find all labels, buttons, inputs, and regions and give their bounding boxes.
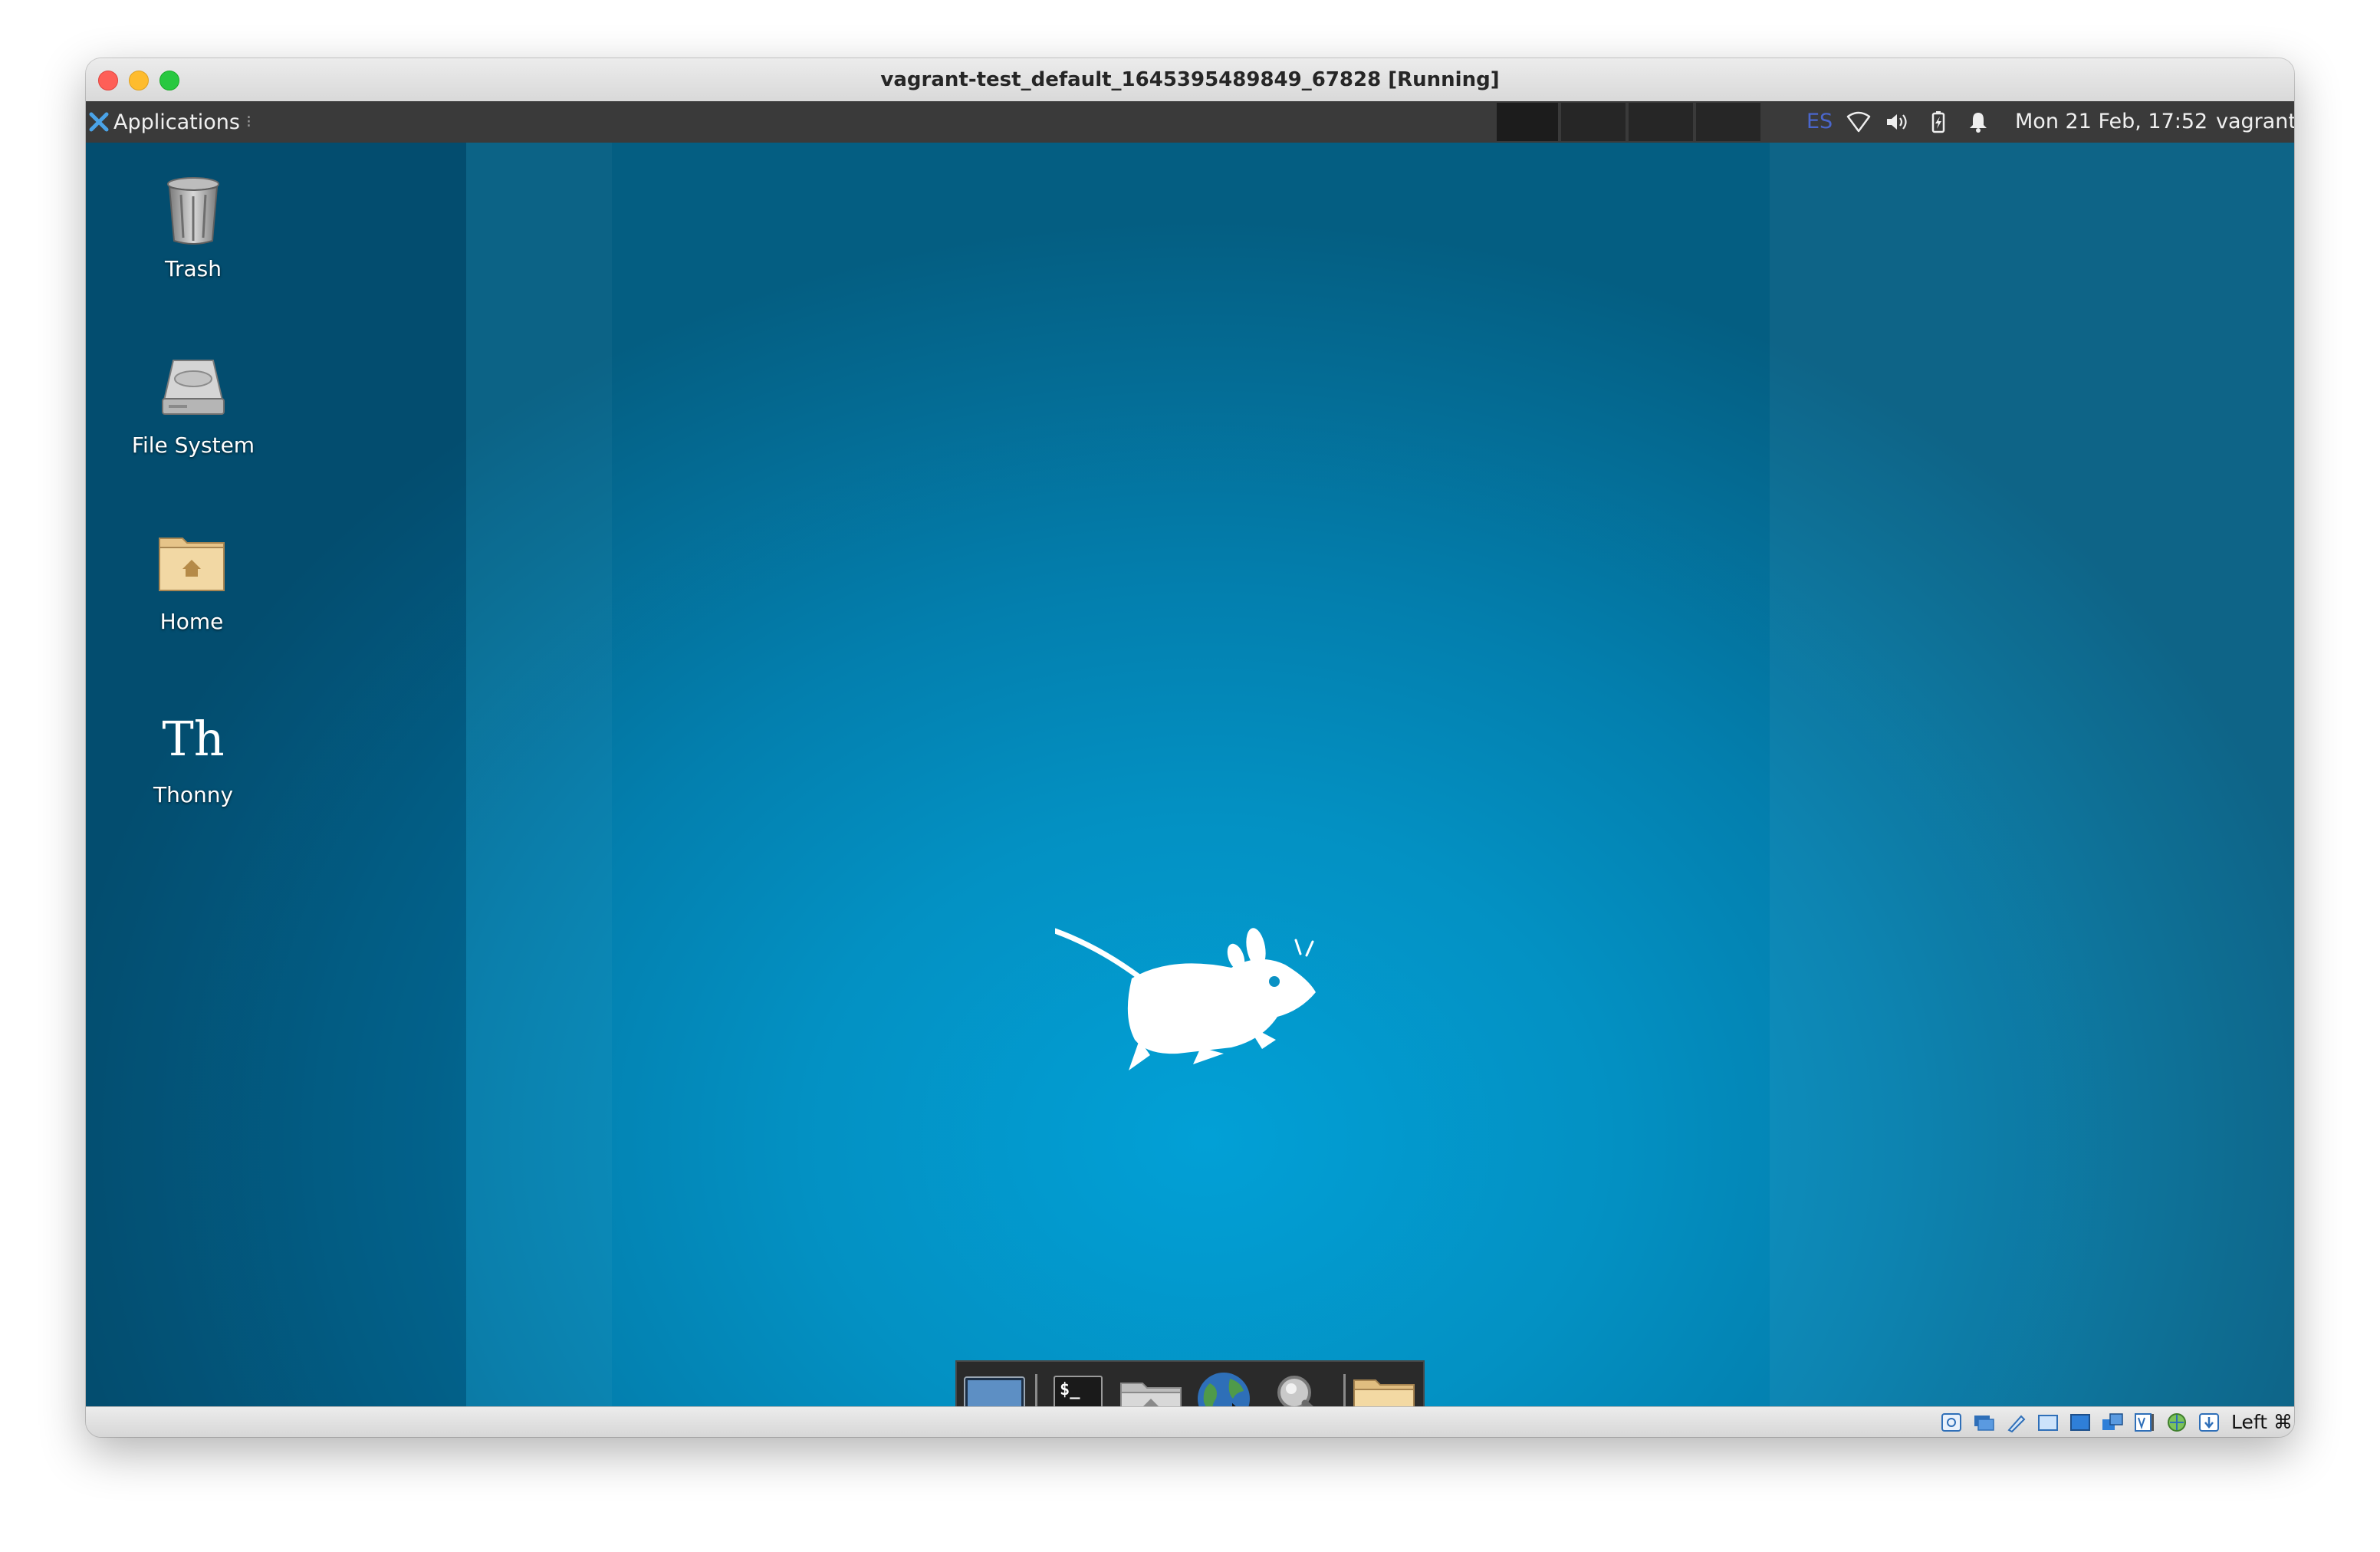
workspace-4[interactable]: [1696, 103, 1760, 141]
trash-icon: [167, 177, 219, 245]
applications-menu-label: Applications: [113, 110, 240, 134]
panel-user[interactable]: vagrant: [2216, 101, 2294, 143]
panel-handle[interactable]: ⁝: [246, 113, 251, 132]
virtualbox-window: vagrant-test_default_1645395489849_67828…: [86, 58, 2294, 1437]
thonny-icon: Th: [162, 711, 225, 767]
xfce-logo-icon: [89, 112, 109, 132]
app-finder-button[interactable]: [1268, 1368, 1334, 1406]
shared-folder-icon[interactable]: [2036, 1412, 2059, 1433]
desktop[interactable]: Trash File System Home Th Thonny $_: [86, 143, 2294, 1406]
globe-icon: [1198, 1373, 1250, 1406]
workspace-1[interactable]: [1497, 103, 1558, 141]
desktop-icon-label: Thonny: [153, 782, 234, 807]
optical-drive-icon[interactable]: [1972, 1412, 1995, 1433]
cpu-icon[interactable]: [2165, 1412, 2188, 1433]
wifi-icon[interactable]: [1846, 110, 1871, 133]
xfce-mouse-logo: [1055, 928, 1316, 1070]
wallpaper-stripe: [1770, 143, 2294, 1406]
web-browser-button[interactable]: [1193, 1368, 1259, 1406]
dock-separator: [1343, 1374, 1346, 1406]
workspace-2[interactable]: [1561, 103, 1626, 141]
panel-clock[interactable]: Mon 21 Feb, 17:52: [2015, 101, 2207, 143]
dock-separator: [1035, 1374, 1037, 1406]
terminal-icon: $_: [1054, 1376, 1103, 1406]
bell-icon[interactable]: [1966, 110, 1990, 133]
video-capture-icon[interactable]: [2133, 1412, 2156, 1433]
terminal-button[interactable]: $_: [1043, 1368, 1109, 1406]
keyboard-layout-indicator[interactable]: ES: [1806, 101, 1833, 143]
desktop-icon-home[interactable]: Home: [107, 526, 276, 634]
file-manager-button[interactable]: [1118, 1368, 1184, 1406]
vm-screen[interactable]: Applications ⁝ ES Mon 21 Feb, 17:52 vagr…: [86, 101, 2294, 1406]
dock-panel: $_: [955, 1360, 1425, 1406]
top-panel: Applications ⁝ ES Mon 21 Feb, 17:52 vagr…: [86, 101, 2294, 143]
desktop-icon-label: Trash: [165, 256, 222, 281]
applications-menu[interactable]: Applications ⁝: [89, 101, 251, 143]
arrow-down-icon[interactable]: [2198, 1412, 2221, 1433]
desktop-icon-label: File System: [131, 432, 255, 458]
desktop-icon-label: Home: [159, 609, 224, 634]
battery-icon[interactable]: [1926, 110, 1951, 133]
desktop-icon-thonny[interactable]: Th Thonny: [109, 702, 278, 807]
magnifier-icon: [1277, 1376, 1313, 1406]
vm-status-bar: Left ⌘: [86, 1406, 2294, 1437]
window-titlebar[interactable]: vagrant-test_default_1645395489849_67828…: [86, 58, 2294, 102]
host-key-label[interactable]: Left ⌘: [2231, 1407, 2293, 1437]
desktop-icon-file-system[interactable]: File System: [109, 350, 278, 458]
volume-icon[interactable]: [1885, 110, 1909, 133]
window-title: vagrant-test_default_1645395489849_67828…: [880, 68, 1500, 91]
home-folder-icon: [159, 538, 225, 591]
desktop-icon-trash[interactable]: Trash: [109, 173, 278, 281]
show-desktop-icon: [964, 1376, 1025, 1406]
folder-icon: [1353, 1379, 1415, 1406]
folder-button[interactable]: [1351, 1368, 1417, 1406]
show-desktop-button[interactable]: [962, 1368, 1027, 1406]
hard-drive-icon: [162, 360, 225, 415]
workspace-3[interactable]: [1629, 103, 1693, 141]
file-manager-icon: [1120, 1383, 1182, 1406]
hard-disk-icon[interactable]: [1940, 1412, 1963, 1433]
usb-icon[interactable]: [2004, 1412, 2027, 1433]
network-icon[interactable]: [2101, 1412, 2124, 1433]
display-icon[interactable]: [2069, 1412, 2092, 1433]
terminal-prompt: $_: [1060, 1380, 1080, 1399]
wallpaper-stripe: [466, 143, 612, 1406]
